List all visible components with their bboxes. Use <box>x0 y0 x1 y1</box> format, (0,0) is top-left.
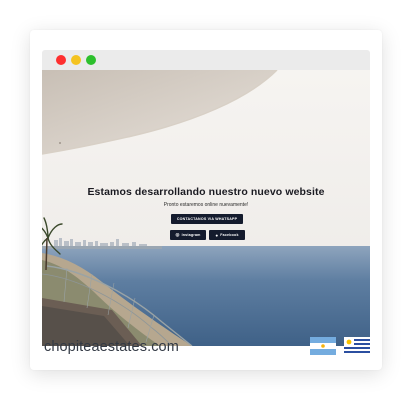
uruguay-flag-icon <box>344 337 370 355</box>
instagram-icon: ◎ <box>175 232 180 237</box>
site-domain[interactable]: chopiteaestates.com <box>44 339 179 355</box>
facebook-button-label: Facebook <box>220 233 239 237</box>
hero-title: Estamos desarrollando nuestro nuevo webs… <box>87 186 325 198</box>
instagram-button[interactable]: ◎ Instagram <box>170 230 206 240</box>
hero-subtitle: Pronto estaremos online nuevamente! <box>163 202 249 208</box>
minimize-dot[interactable] <box>71 55 81 65</box>
whatsapp-button-label: CONTACTANOS VIA WHATSAPP <box>176 217 238 221</box>
hero-background-image <box>42 70 370 346</box>
page-viewport: Estamos desarrollando nuestro nuevo webs… <box>42 70 370 346</box>
close-dot[interactable] <box>56 55 66 65</box>
browser-titlebar <box>42 50 370 70</box>
facebook-button[interactable]: ● Facebook <box>209 230 245 240</box>
instagram-button-label: Instagram <box>181 233 201 237</box>
whatsapp-contact-button[interactable]: CONTACTANOS VIA WHATSAPP <box>171 214 243 224</box>
facebook-icon: ● <box>215 232 219 238</box>
argentina-flag-icon <box>310 337 336 355</box>
website-preview-card: Estamos desarrollando nuestro nuevo webs… <box>30 30 382 370</box>
maximize-dot[interactable] <box>86 55 96 65</box>
browser-window: Estamos desarrollando nuestro nuevo webs… <box>42 50 370 346</box>
